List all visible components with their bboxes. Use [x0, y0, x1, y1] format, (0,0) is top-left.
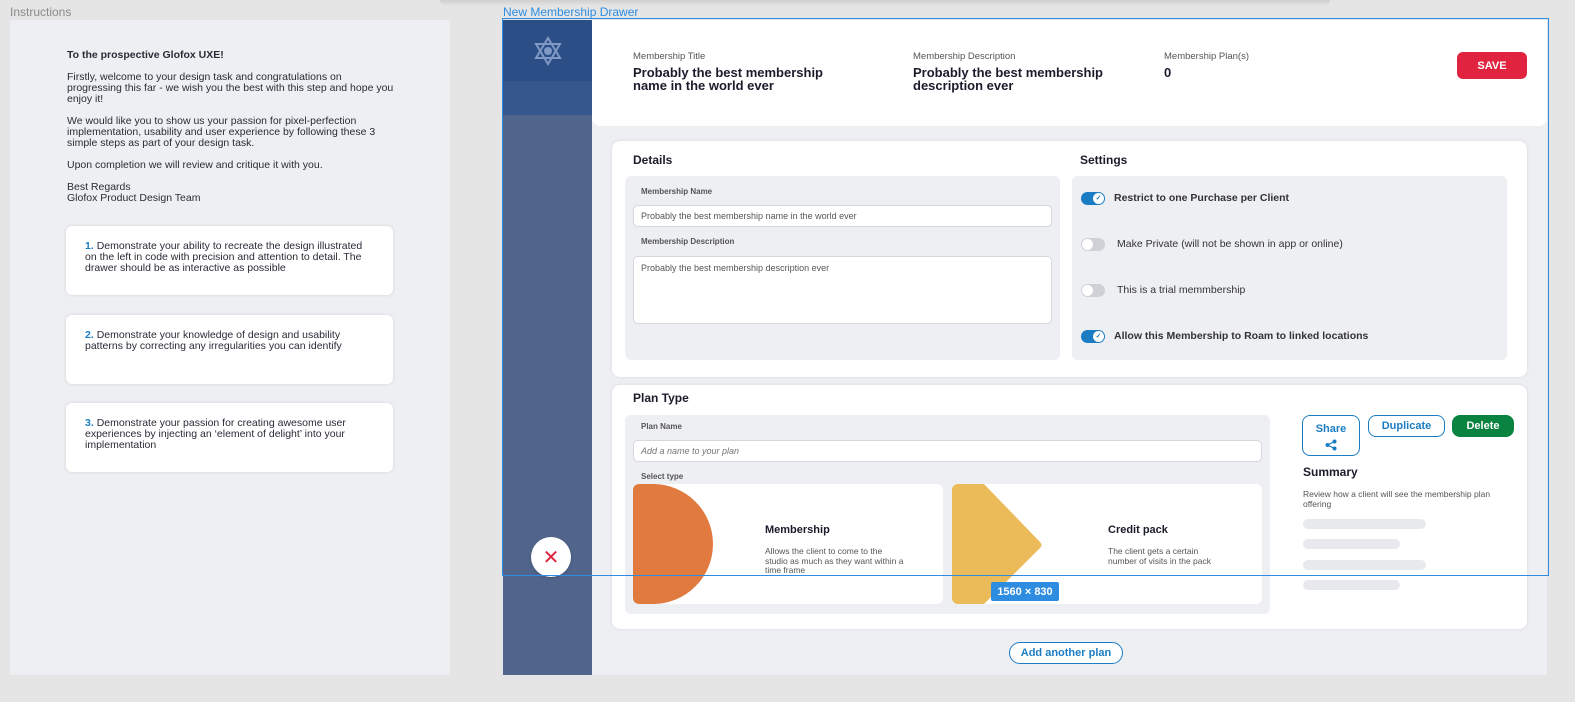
plan-panel: Plan Name Select type Membership Allows … — [625, 415, 1270, 614]
summary-description: Review how a client will see the members… — [1303, 489, 1491, 509]
save-button[interactable]: SAVE — [1457, 52, 1527, 79]
drawer-frame-label[interactable]: New Membership Drawer — [503, 5, 638, 19]
setting-label: Make Private (will not be shown in app o… — [1117, 238, 1343, 250]
restrict-purchase-toggle[interactable]: ✓ — [1081, 191, 1105, 205]
toggle-knob — [1082, 284, 1093, 296]
step-text: Demonstrate your passion for creating aw… — [85, 417, 346, 451]
plan-type-card: Plan Type Plan Name Select type Membersh… — [612, 385, 1527, 629]
membership-description-field-label: Membership Description — [641, 237, 735, 246]
sidebar: ✕ — [503, 20, 592, 675]
summary-skeleton-line — [1303, 580, 1400, 590]
summary-skeleton-line — [1303, 560, 1426, 570]
greeting: To the prospective Glofox UXE! — [67, 49, 224, 61]
close-drawer-button[interactable]: ✕ — [531, 537, 571, 577]
task-paragraph: We would like you to show us your passio… — [67, 115, 376, 149]
plan-type-title: Plan Type — [633, 391, 689, 405]
make-private-toggle[interactable] — [1081, 237, 1105, 251]
setting-make-private: Make Private (will not be shown in app o… — [1081, 235, 1343, 253]
instructions-text: To the prospective Glofox UXE! Firstly, … — [67, 50, 397, 204]
setting-roam: ✓ Allow this Membership to Roam to linke… — [1081, 327, 1368, 345]
instructions-panel: To the prospective Glofox UXE! Firstly, … — [10, 20, 450, 675]
summary-skeleton-line — [1303, 519, 1426, 529]
setting-trial: This is a trial memmbership — [1081, 281, 1245, 299]
logo-area[interactable] — [503, 20, 592, 81]
roam-toggle[interactable]: ✓ — [1081, 329, 1105, 343]
share-label: Share — [1315, 422, 1347, 435]
type-description: The client gets a certain number of visi… — [1108, 546, 1211, 566]
membership-name-label: Membership Name — [641, 187, 713, 196]
membership-plans-label: Membership Plan(s) — [1164, 51, 1249, 62]
step-card-3: 3. Demonstrate your passion for creating… — [66, 403, 393, 472]
intro-paragraph: Firstly, welcome to your design task and… — [67, 71, 394, 105]
delete-button[interactable]: Delete — [1452, 415, 1514, 437]
trial-toggle[interactable] — [1081, 283, 1105, 297]
header-title-group: Membership Title Probably the best membe… — [633, 51, 843, 92]
check-icon: ✓ — [1093, 330, 1104, 342]
step-text: Demonstrate your ability to recreate the… — [85, 240, 363, 274]
summary-skeleton-line — [1303, 539, 1400, 549]
setting-label: Allow this Membership to Roam to linked … — [1114, 330, 1369, 342]
drawer-header: Membership Title Probably the best membe… — [592, 20, 1547, 126]
glofox-logo-icon — [533, 35, 562, 66]
step-card-1: 1. Demonstrate your ability to recreate … — [66, 226, 393, 295]
plan-name-label: Plan Name — [641, 422, 682, 431]
details-title: Details — [633, 153, 673, 167]
review-paragraph: Upon completion we will review and criti… — [67, 159, 323, 171]
summary-title: Summary — [1303, 465, 1358, 479]
membership-description-textarea[interactable]: Probably the best membership description… — [633, 256, 1052, 324]
sidebar-nav-item[interactable] — [503, 81, 592, 115]
setting-restrict-purchase: ✓ Restrict to one Purchase per Client — [1081, 189, 1289, 207]
signoff-team: Glofox Product Design Team — [67, 192, 201, 204]
type-name: Membership — [765, 524, 830, 536]
duplicate-button[interactable]: Duplicate — [1368, 415, 1445, 437]
check-icon: ✓ — [1093, 192, 1104, 204]
details-panel: Membership Name Membership Description P… — [625, 176, 1060, 360]
membership-description-value: Probably the best membership description… — [913, 65, 1103, 93]
step-text: Demonstrate your knowledge of design and… — [85, 329, 342, 352]
membership-title-label: Membership Title — [633, 51, 706, 62]
dimension-badge: 1560 × 830 — [991, 582, 1059, 601]
select-type-label: Select type — [641, 472, 684, 481]
membership-drawer: ✕ Membership Title Probably the best mem… — [503, 20, 1547, 675]
settings-panel: ✓ Restrict to one Purchase per Client Ma… — [1072, 176, 1507, 360]
close-icon: ✕ — [542, 546, 560, 569]
add-another-plan-button[interactable]: Add another plan — [1009, 642, 1123, 664]
settings-title: Settings — [1080, 153, 1128, 167]
type-name: Credit pack — [1108, 524, 1168, 536]
membership-description-label: Membership Description — [913, 51, 1016, 62]
membership-name-input[interactable] — [633, 205, 1052, 227]
toggle-knob — [1082, 238, 1093, 250]
header-plans-group: Membership Plan(s) 0 — [1164, 51, 1284, 79]
instructions-frame-label: Instructions — [10, 5, 72, 19]
type-description: Allows the client to come to the studio … — [765, 546, 904, 575]
header-description-group: Membership Description Probably the best… — [913, 51, 1123, 92]
membership-plans-count: 0 — [1164, 65, 1172, 80]
setting-label: This is a trial memmbership — [1117, 284, 1246, 296]
type-card-membership[interactable]: Membership Allows the client to come to … — [633, 484, 943, 604]
plan-name-input[interactable] — [633, 440, 1262, 462]
setting-label: Restrict to one Purchase per Client — [1114, 192, 1290, 204]
step-card-2: 2. Demonstrate your knowledge of design … — [66, 315, 393, 384]
share-button[interactable]: Share — [1302, 415, 1360, 456]
membership-shape-icon — [633, 484, 713, 604]
details-settings-card: Details Settings Membership Name Members… — [612, 141, 1527, 377]
membership-title-value: Probably the best membership name in the… — [633, 65, 823, 93]
share-icon — [1325, 439, 1337, 451]
